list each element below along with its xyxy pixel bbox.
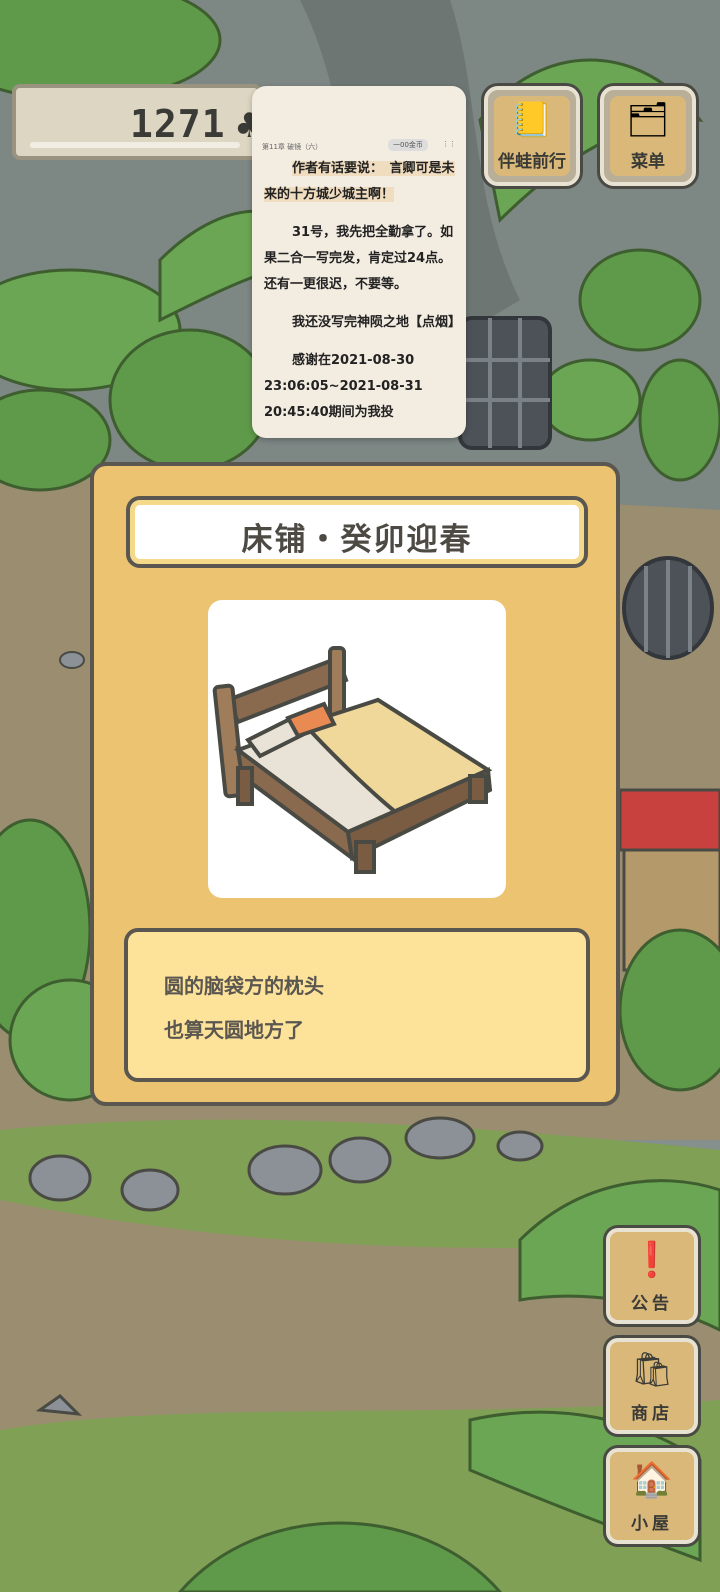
menu-button[interactable]: 🗂 菜单 — [600, 86, 696, 186]
clover-count: 1271 — [130, 102, 226, 146]
item-description-line: 也算天圆地方了 — [164, 1018, 304, 1042]
bed-icon — [212, 646, 493, 874]
travel-with-frog-label: 伴蛙前行 — [498, 152, 566, 172]
item-card[interactable]: 床铺・癸卯迎春 圆的脑袋方的枕头 也算天圆地方了 — [90, 462, 620, 1106]
more-icon[interactable]: ⋮⋮ — [442, 140, 456, 148]
item-title-box: 床铺・癸卯迎春 — [126, 496, 588, 568]
item-title: 床铺・癸卯迎春 — [241, 522, 473, 558]
item-image-panel — [208, 600, 506, 898]
menu-cards-icon: 🗂 — [626, 100, 670, 140]
house-icon: 🏠 — [630, 1460, 674, 1500]
travel-book-icon: 📒 — [510, 100, 554, 140]
chapter-title: 第11章 破镜（六） — [262, 143, 323, 151]
paragraph: 我还没写完神陨之地【点烟】 — [292, 315, 462, 330]
author-note: 作者有话要说： 言卿可是未来的十方城少城主啊！ — [264, 161, 455, 202]
item-description-line: 圆的脑袋方的枕头 — [164, 974, 324, 998]
travel-with-frog-button[interactable]: 📒 伴蛙前行 — [484, 86, 580, 186]
coin-pill[interactable]: 一00金币 — [388, 139, 428, 151]
paragraph: 感谢在2021-08-30 23:06:05~2021-08-31 20:45:… — [264, 353, 423, 420]
announcement-label: 公告 — [631, 1294, 673, 1314]
counter-bar — [30, 142, 240, 148]
clover-counter: 1271 ♣ — [12, 84, 264, 160]
shop-bags-icon: 🛍 — [630, 1350, 674, 1390]
reader-text: 作者有话要说： 言卿可是未来的十方城少城主啊！ 31号，我先把全勤拿了。如果二合… — [264, 156, 462, 438]
shop-button[interactable]: 🛍 商店 — [606, 1338, 698, 1434]
shop-label: 商店 — [631, 1404, 673, 1424]
reader-popup[interactable]: 第11章 破镜（六） 一00金币 ⋮⋮ 作者有话要说： 言卿可是未来的十方城少城… — [252, 86, 466, 438]
item-description-box: 圆的脑袋方的枕头 也算天圆地方了 — [124, 928, 590, 1082]
house-button[interactable]: 🏠 小屋 — [606, 1448, 698, 1544]
announcement-button[interactable]: ❗ 公告 — [606, 1228, 698, 1324]
house-label: 小屋 — [631, 1514, 673, 1534]
menu-label: 菜单 — [631, 152, 665, 172]
exclamation-icon: ❗ — [630, 1240, 674, 1280]
paragraph: 31号，我先把全勤拿了。如果二合一写完发，肯定过24点。还有一更很迟，不要等。 — [264, 225, 454, 292]
